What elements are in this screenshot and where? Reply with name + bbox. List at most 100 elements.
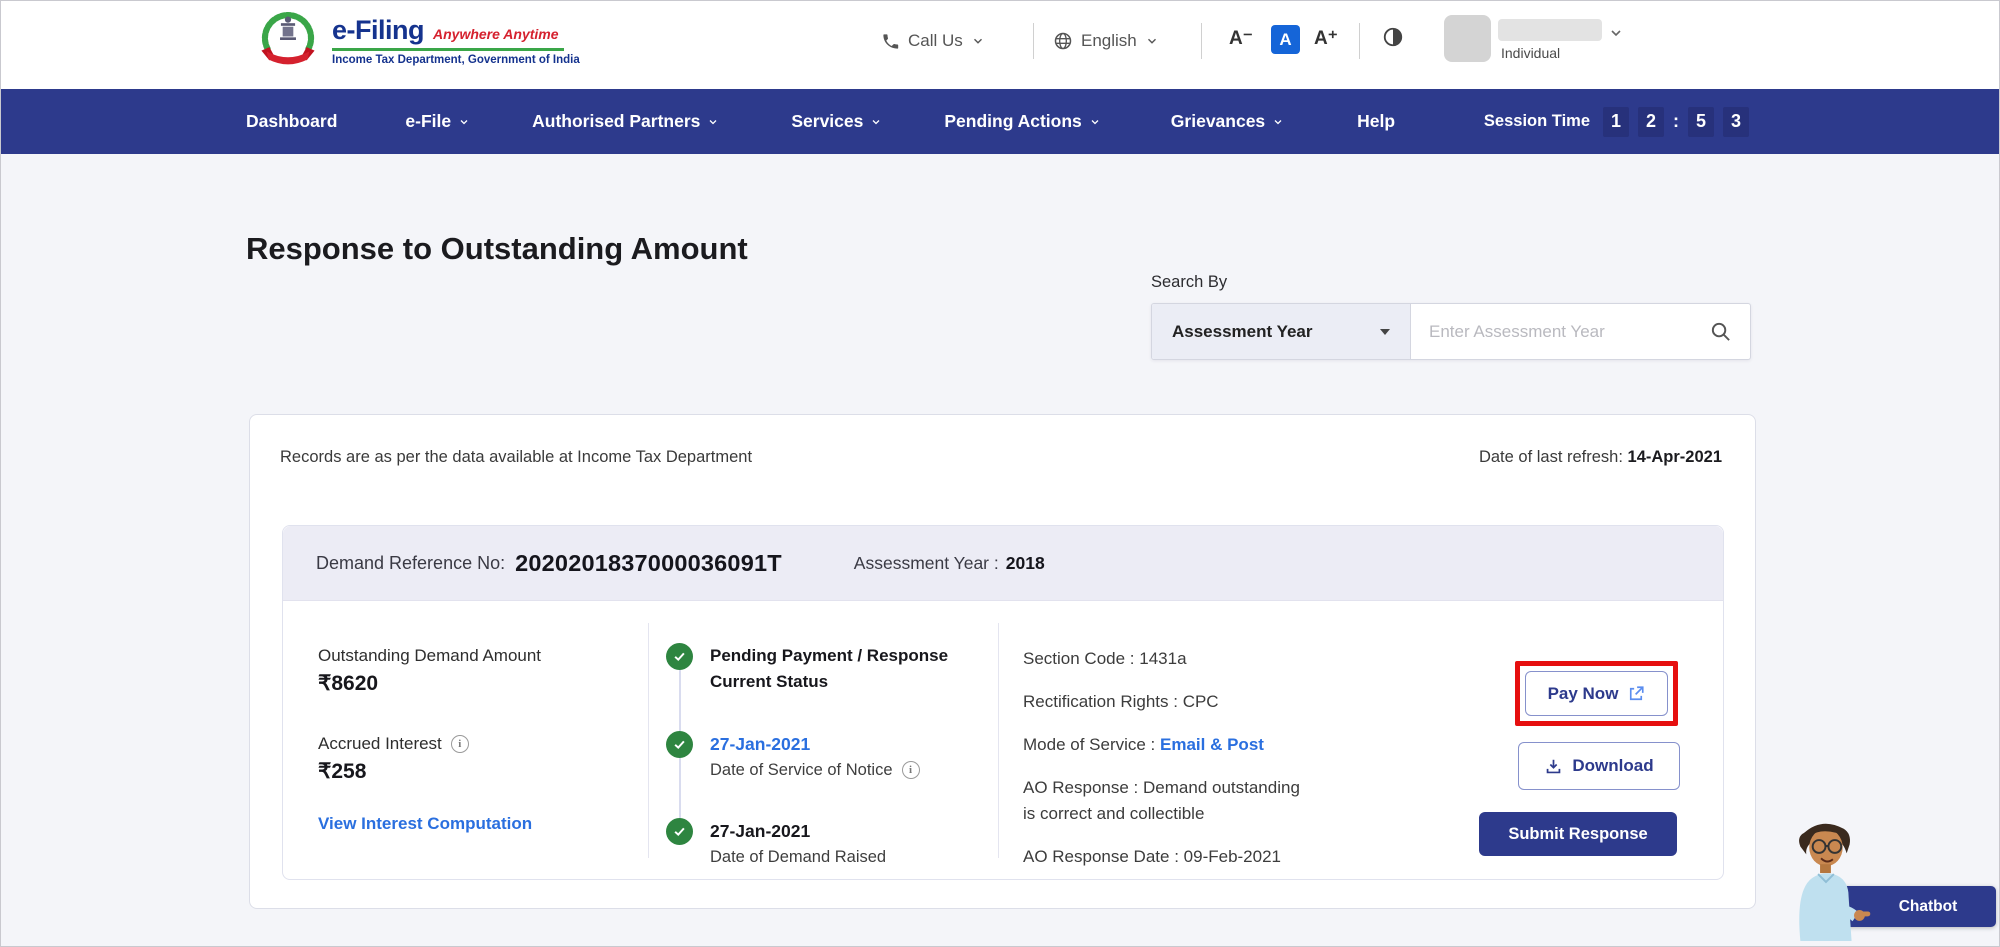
detail-mode-of-service: Mode of Service : Email & Post: [1023, 732, 1383, 758]
user-avatar-placeholder[interactable]: [1444, 15, 1491, 62]
language-menu[interactable]: English: [1053, 31, 1159, 51]
search-input[interactable]: [1411, 304, 1703, 359]
call-us-menu[interactable]: Call Us: [881, 31, 985, 51]
download-icon: [1544, 757, 1563, 776]
download-button[interactable]: Download: [1518, 742, 1680, 790]
detail-label: Section Code :: [1023, 649, 1135, 668]
pay-now-button[interactable]: Pay Now: [1525, 671, 1668, 716]
brand-logo: e-Filing Anywhere Anytime Income Tax Dep…: [257, 6, 580, 74]
nav-item-grievances[interactable]: Grievances: [1171, 111, 1284, 132]
font-increase-button[interactable]: A⁺: [1314, 27, 1338, 50]
chatbot-assistant-avatar: [1774, 813, 1874, 941]
outstanding-demand-card: Records are as per the data available at…: [249, 414, 1756, 909]
chatbot-launcher[interactable]: Chatbot: [1834, 886, 1996, 927]
font-normal-button[interactable]: A: [1271, 25, 1300, 54]
header-divider: [1033, 23, 1034, 59]
last-refresh-date: 14-Apr-2021: [1628, 448, 1722, 466]
records-note: Records are as per the data available at…: [280, 448, 752, 467]
detail-rectification-rights: Rectification Rights : CPC: [1023, 689, 1383, 715]
pay-now-highlight-annotation: Pay Now: [1515, 661, 1678, 726]
timeline-item-service-of-notice: 27-Jan-2021 Date of Service of Notice: [666, 731, 920, 783]
logo-text: e-Filing Anywhere Anytime Income Tax Dep…: [332, 15, 580, 66]
detail-label: AO Response :: [1023, 778, 1138, 797]
nav-item-services[interactable]: Services: [791, 111, 882, 132]
demand-record-body: Outstanding Demand Amount ₹8620 Accrued …: [283, 601, 1723, 880]
demand-ref-number: 2020201837000036091T: [515, 550, 782, 577]
check-circle-icon: [666, 731, 693, 758]
user-name-redacted: [1498, 19, 1602, 41]
nav-label: e-File: [405, 111, 451, 132]
chevron-down-icon: [458, 116, 470, 128]
chatbot-label: Chatbot: [1899, 898, 1958, 916]
chevron-down-icon: [870, 116, 882, 128]
mode-of-service-link[interactable]: Email & Post: [1160, 735, 1264, 754]
nav-item-dashboard[interactable]: Dashboard: [246, 111, 337, 132]
font-decrease-button[interactable]: A⁻: [1229, 27, 1253, 50]
search-controls: Assessment Year: [1151, 303, 1751, 360]
main-nav: Dashboard e-File Authorised Partners Ser…: [1, 89, 1999, 154]
detail-value: 09-Feb-2021: [1184, 847, 1281, 866]
header-divider: [1201, 23, 1202, 59]
search-type-selected-value: Assessment Year: [1172, 322, 1313, 342]
call-us-label: Call Us: [908, 31, 963, 51]
search-button[interactable]: [1703, 304, 1750, 359]
logo-title: e-Filing: [332, 15, 424, 46]
info-icon[interactable]: [902, 761, 920, 779]
nav-label: Pending Actions: [944, 111, 1081, 132]
user-account-type: Individual: [1501, 45, 1560, 61]
view-interest-computation-link[interactable]: View Interest Computation: [318, 814, 532, 834]
logo-tagline: Anywhere Anytime: [433, 26, 559, 42]
accrued-interest-label: Accrued Interest: [318, 734, 442, 754]
income-tax-emblem-icon: [257, 6, 319, 74]
accrued-interest-row: Accrued Interest: [318, 734, 638, 754]
nav-item-help[interactable]: Help: [1357, 111, 1395, 132]
search-by-label: Search By: [1151, 273, 1751, 292]
demand-record-card: Demand Reference No: 2020201837000036091…: [282, 525, 1724, 880]
column-divider: [998, 623, 999, 858]
timeline-status-title: Pending Payment / Response: [710, 643, 948, 669]
submit-response-button[interactable]: Submit Response: [1479, 812, 1677, 856]
timeline-item-current-status: Pending Payment / Response Current Statu…: [666, 643, 948, 695]
logo-underline-decoration: [332, 48, 564, 51]
nav-label: Authorised Partners: [532, 111, 700, 132]
page-title: Response to Outstanding Amount: [246, 231, 748, 267]
nav-label: Grievances: [1171, 111, 1265, 132]
status-timeline-column: Pending Payment / Response Current Statu…: [648, 601, 998, 880]
session-digit: 3: [1723, 107, 1749, 137]
session-digit: 5: [1688, 107, 1714, 137]
search-type-select[interactable]: Assessment Year: [1152, 304, 1411, 359]
nav-label: Services: [791, 111, 863, 132]
contrast-toggle-button[interactable]: [1382, 26, 1404, 51]
detail-value: CPC: [1183, 692, 1219, 711]
top-header: e-Filing Anywhere Anytime Income Tax Dep…: [1, 1, 1999, 89]
nav-item-e-file[interactable]: e-File: [405, 111, 470, 132]
detail-value: 1431a: [1139, 649, 1186, 668]
session-digit: 2: [1638, 107, 1664, 137]
detail-ao-response-date: AO Response Date : 09-Feb-2021: [1023, 844, 1383, 870]
details-column: Section Code : 1431a Rectification Right…: [1023, 646, 1383, 887]
chevron-down-icon[interactable]: [1608, 25, 1624, 41]
service-notice-date-link[interactable]: 27-Jan-2021: [710, 734, 810, 754]
outstanding-amount-value: ₹8620: [318, 671, 638, 696]
accrued-interest-value: ₹258: [318, 759, 638, 784]
detail-label: AO Response Date :: [1023, 847, 1179, 866]
chevron-down-icon: [1272, 116, 1284, 128]
nav-item-authorised-partners[interactable]: Authorised Partners: [532, 111, 719, 132]
detail-section-code: Section Code : 1431a: [1023, 646, 1383, 672]
demand-raised-date: 27-Jan-2021: [710, 818, 886, 844]
service-notice-label: Date of Service of Notice: [710, 757, 893, 783]
check-circle-icon: [666, 818, 693, 845]
globe-icon: [1053, 31, 1073, 51]
session-timer: Session Time 1 2 : 5 3: [1484, 89, 1749, 154]
last-refresh: Date of last refresh: 14-Apr-2021: [1479, 448, 1722, 467]
session-digit: 1: [1603, 107, 1629, 137]
timeline-status-subtitle: Current Status: [710, 669, 948, 695]
nav-item-pending-actions[interactable]: Pending Actions: [944, 111, 1100, 132]
info-icon[interactable]: [451, 735, 469, 753]
detail-label: Rectification Rights :: [1023, 692, 1178, 711]
last-refresh-label: Date of last refresh:: [1479, 448, 1623, 466]
session-timer-label: Session Time: [1484, 112, 1590, 131]
detail-label: Mode of Service :: [1023, 735, 1155, 754]
demand-raised-label: Date of Demand Raised: [710, 844, 886, 870]
nav-label: Dashboard: [246, 111, 337, 132]
